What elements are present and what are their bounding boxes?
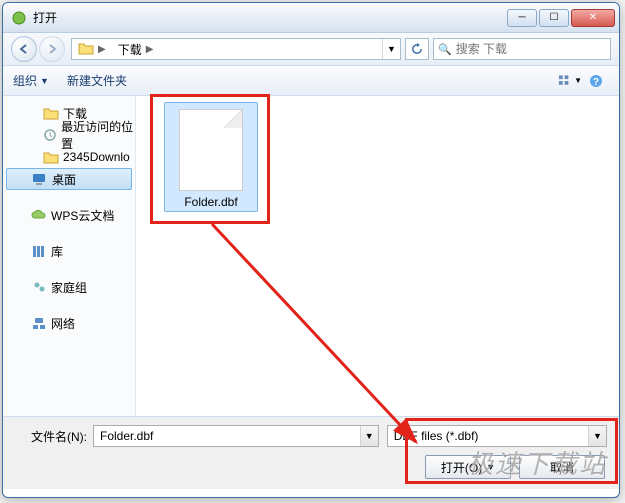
sidebar-item-desktop[interactable]: 桌面 xyxy=(6,168,132,190)
sidebar-item-recent[interactable]: 最近访问的位置 xyxy=(3,124,135,146)
new-folder-label: 新建文件夹 xyxy=(67,72,127,89)
breadcrumb[interactable]: ▶ 下载 ▶ ▼ xyxy=(71,38,401,60)
filetype-value: DBF files (*.dbf) xyxy=(388,429,588,443)
chevron-down-icon: ▼ xyxy=(40,76,49,86)
toolbar: 组织 ▼ 新建文件夹 ▼ ? xyxy=(3,66,619,96)
folder-icon xyxy=(43,105,59,121)
breadcrumb-segment[interactable]: 下载 ▶ xyxy=(112,39,160,59)
titlebar: 打开 ─ ☐ ✕ xyxy=(3,3,619,33)
recent-icon xyxy=(43,127,57,143)
split-arrow-icon: ▼ xyxy=(486,462,495,472)
cloud-icon xyxy=(31,207,47,223)
bottom-bar: 文件名(N): Folder.dbf ▼ DBF files (*.dbf) ▼… xyxy=(3,416,619,489)
sidebar-label: 2345Downlo xyxy=(63,150,130,164)
main-area: 下载 最近访问的位置 2345Downlo 桌面 WPS云文档 xyxy=(3,96,619,416)
sidebar-item-2345[interactable]: 2345Downlo xyxy=(3,146,135,168)
filename-value: Folder.dbf xyxy=(94,429,360,443)
breadcrumb-label: 下载 xyxy=(118,41,142,58)
breadcrumb-dropdown[interactable]: ▼ xyxy=(382,39,400,59)
chevron-down-icon: ▼ xyxy=(365,431,374,441)
filetype-combo[interactable]: DBF files (*.dbf) ▼ xyxy=(387,425,607,447)
open-label: 打开(O) xyxy=(441,459,482,476)
file-pane[interactable]: Folder.dbf xyxy=(136,96,619,416)
filename-dropdown[interactable]: ▼ xyxy=(360,426,378,446)
open-file-dialog: 打开 ─ ☐ ✕ ▶ 下载 ▶ ▼ xyxy=(2,2,620,498)
refresh-button[interactable] xyxy=(405,38,429,60)
file-item[interactable]: Folder.dbf xyxy=(164,102,258,212)
forward-button[interactable] xyxy=(39,36,65,62)
cancel-button[interactable]: 取消 xyxy=(519,455,605,479)
library-icon xyxy=(31,243,47,259)
sidebar-label: 网络 xyxy=(51,315,75,332)
sidebar-item-homegroup[interactable]: 家庭组 xyxy=(3,276,135,298)
file-name: Folder.dbf xyxy=(167,195,255,209)
organize-menu[interactable]: 组织 ▼ xyxy=(13,72,49,89)
minimize-button[interactable]: ─ xyxy=(507,9,537,27)
sidebar-label: 家庭组 xyxy=(51,279,87,296)
breadcrumb-root[interactable]: ▶ xyxy=(72,39,112,59)
app-icon xyxy=(11,10,27,26)
window-title: 打开 xyxy=(33,9,505,26)
search-input[interactable] xyxy=(456,42,606,56)
desktop-icon xyxy=(32,171,48,187)
filename-label: 文件名(N): xyxy=(15,428,87,445)
homegroup-icon xyxy=(31,279,47,295)
sidebar-item-network[interactable]: 网络 xyxy=(3,312,135,334)
svg-text:?: ? xyxy=(593,77,599,88)
sidebar-label: 桌面 xyxy=(52,171,76,188)
filename-combo[interactable]: Folder.dbf ▼ xyxy=(93,425,379,447)
sidebar-item-libraries[interactable]: 库 xyxy=(3,240,135,262)
chevron-down-icon: ▼ xyxy=(387,44,396,54)
open-button[interactable]: 打开(O) ▼ xyxy=(425,455,511,479)
chevron-right-icon: ▶ xyxy=(146,44,154,55)
maximize-button[interactable]: ☐ xyxy=(539,9,569,27)
sidebar-label: WPS云文档 xyxy=(51,207,114,224)
view-options-button[interactable]: ▼ xyxy=(557,71,583,91)
new-folder-button[interactable]: 新建文件夹 xyxy=(67,72,127,89)
sidebar-label: 库 xyxy=(51,243,63,260)
back-button[interactable] xyxy=(11,36,37,62)
close-button[interactable]: ✕ xyxy=(571,9,615,27)
file-icon xyxy=(179,109,243,191)
navbar: ▶ 下载 ▶ ▼ 🔍 xyxy=(3,33,619,66)
cancel-label: 取消 xyxy=(550,459,574,476)
chevron-down-icon: ▼ xyxy=(593,431,602,441)
filetype-dropdown[interactable]: ▼ xyxy=(588,426,606,446)
sidebar-item-wps[interactable]: WPS云文档 xyxy=(3,204,135,226)
help-button[interactable]: ? xyxy=(583,71,609,91)
sidebar: 下载 最近访问的位置 2345Downlo 桌面 WPS云文档 xyxy=(3,96,136,416)
network-icon xyxy=(31,315,47,331)
organize-label: 组织 xyxy=(13,72,37,89)
chevron-right-icon: ▶ xyxy=(98,44,106,55)
search-icon: 🔍 xyxy=(438,43,452,56)
chevron-down-icon: ▼ xyxy=(574,76,582,85)
folder-icon xyxy=(78,41,94,58)
folder-icon xyxy=(43,149,59,165)
search-box[interactable]: 🔍 xyxy=(433,38,611,60)
